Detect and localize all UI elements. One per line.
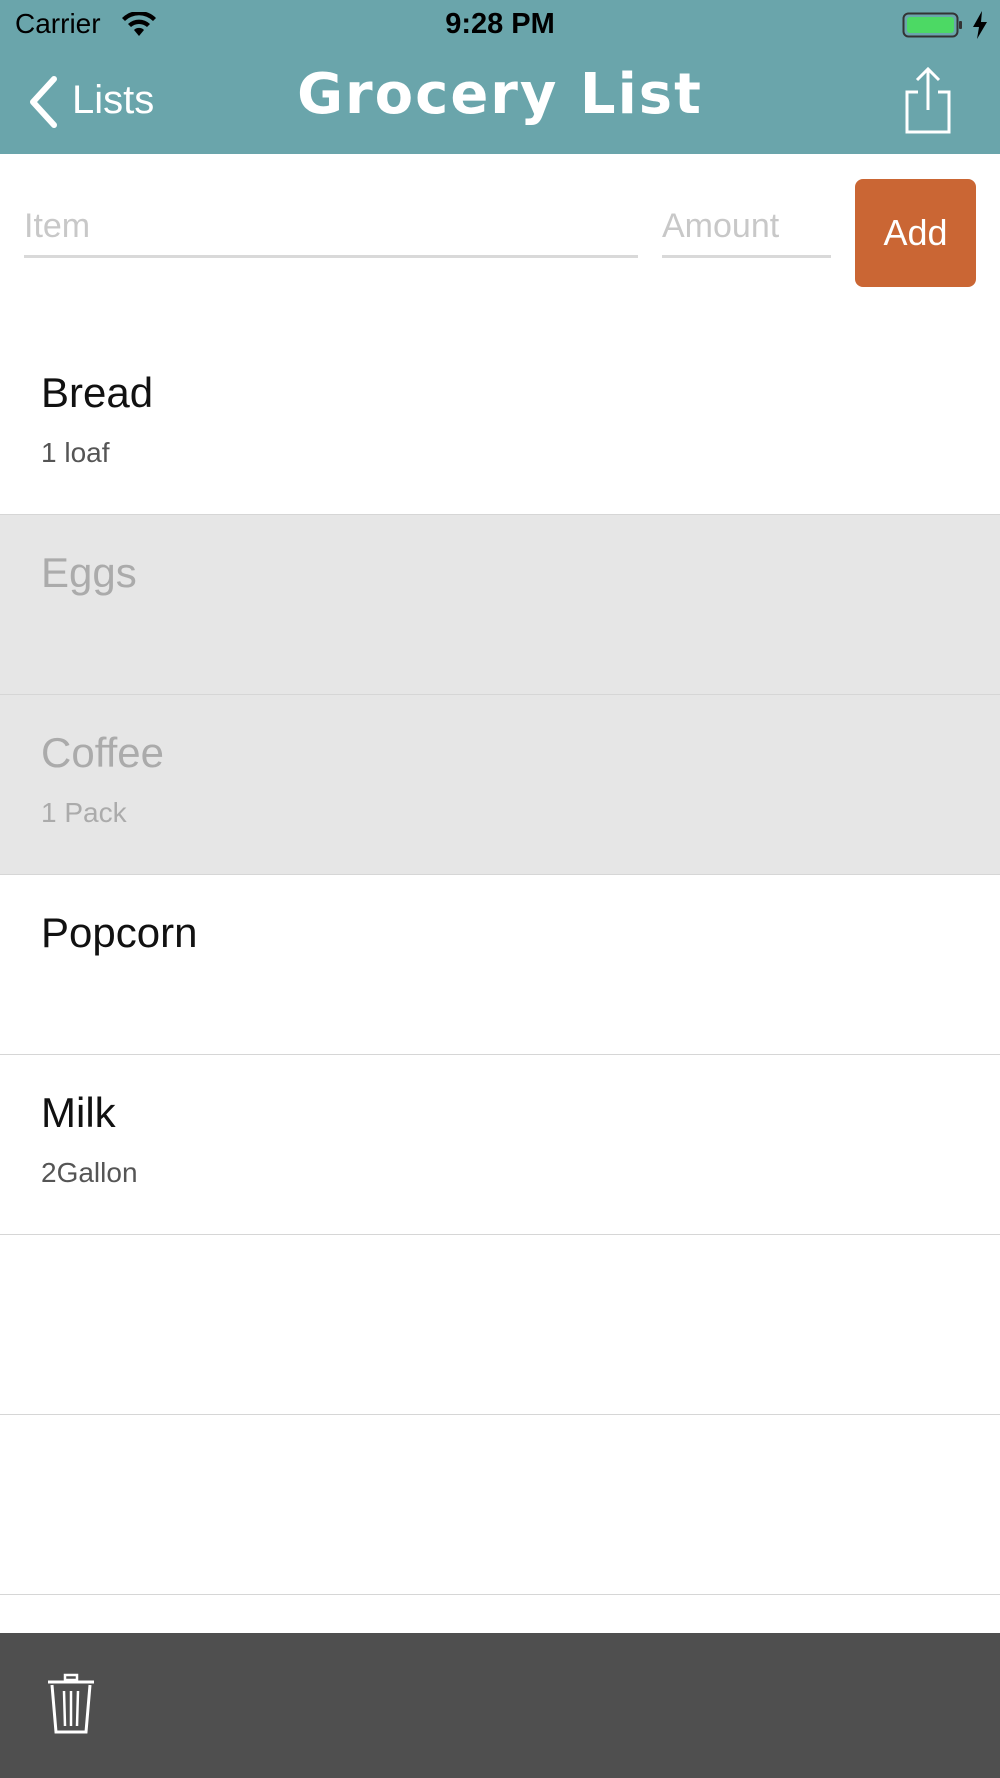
- empty-list-row: [0, 1235, 1000, 1415]
- item-name: Coffee: [41, 729, 164, 776]
- item-amount: 2Gallon: [41, 1157, 138, 1188]
- trash-icon: [48, 1673, 94, 1734]
- empty-list-row: [0, 1415, 1000, 1595]
- item-input[interactable]: [24, 198, 638, 258]
- add-button[interactable]: Add: [855, 179, 976, 287]
- status-bar: Carrier 9:28 PM: [0, 0, 1000, 50]
- add-item-form: Add: [0, 154, 1000, 324]
- list-item[interactable]: Bread 1 loaf: [0, 335, 1000, 515]
- item-name: Popcorn: [41, 909, 198, 956]
- amount-input[interactable]: [662, 198, 831, 258]
- navigation-header: Carrier 9:28 PM Lists Grocery List: [0, 0, 1000, 154]
- item-name: Bread: [41, 369, 154, 416]
- list-item[interactable]: Eggs: [0, 515, 1000, 695]
- delete-button[interactable]: [46, 1673, 96, 1740]
- bottom-toolbar: [0, 1633, 1000, 1778]
- list-item[interactable]: Popcorn: [0, 875, 1000, 1055]
- charging-bolt-icon: [973, 11, 987, 39]
- list-item[interactable]: Milk 2Gallon: [0, 1055, 1000, 1235]
- share-icon: [905, 66, 951, 134]
- item-amount: 1 loaf: [41, 437, 110, 468]
- page-title: Grocery List: [297, 62, 703, 127]
- item-amount: 1 Pack: [41, 797, 127, 828]
- share-button[interactable]: [900, 66, 956, 141]
- status-time: 9:28 PM: [445, 8, 555, 40]
- grocery-item-list: Bread 1 loaf Eggs Coffee 1 Pack Popcorn …: [0, 335, 1000, 1595]
- item-name: Eggs: [41, 549, 137, 596]
- battery-icon: [902, 12, 962, 38]
- list-item[interactable]: Coffee 1 Pack: [0, 695, 1000, 875]
- item-name: Milk: [41, 1089, 116, 1136]
